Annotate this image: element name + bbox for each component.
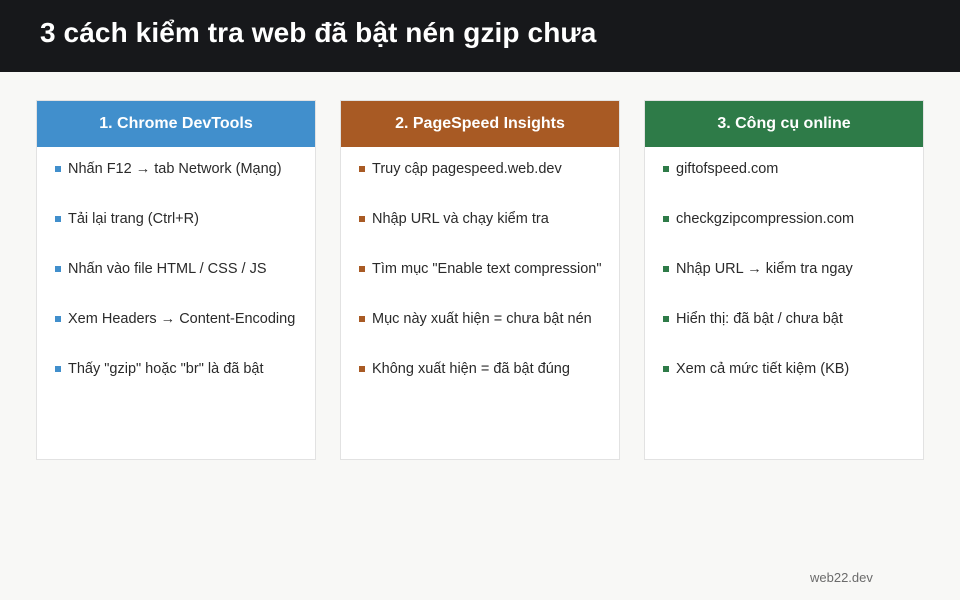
card-chrome-devtools: 1. Chrome DevTools Nhấn F12 → tab Networ… [36,100,316,460]
list-item-text: Không xuất hiện = đã bật đúng [372,361,570,377]
bullet-icon [663,366,669,372]
list-item: Xem cả mức tiết kiệm (KB) [645,360,923,410]
list-item-text: Nhấn vào file HTML / CSS / JS [68,261,267,277]
bullet-icon [55,166,61,172]
list-item-text: Hiển thị: đã bật / chưa bật [676,311,843,327]
list-item: Xem Headers → Content-Encoding [37,310,315,360]
bullet-icon [55,366,61,372]
list-item: Không xuất hiện = đã bật đúng [341,360,619,410]
page-title: 3 cách kiểm tra web đã bật nén gzip chưa [40,17,597,48]
list-item: Nhập URL và chạy kiểm tra [341,210,619,260]
list-item-text: Thấy "gzip" hoặc "br" là đã bật [68,361,264,377]
card-title: 3. Công cụ online [645,101,923,147]
bullet-icon [55,216,61,222]
list-item: Nhập URL → kiểm tra ngay [645,260,923,310]
list-item-text: Nhấn F12 → tab Network (Mạng) [68,161,282,177]
bullet-icon [55,266,61,272]
list-item-text: Nhập URL → kiểm tra ngay [676,261,853,277]
list-item-text: Truy cập pagespeed.web.dev [372,161,562,177]
bullet-icon [55,316,61,322]
bullet-icon [359,266,365,272]
card-title: 2. PageSpeed Insights [341,101,619,147]
bullet-icon [359,166,365,172]
header-bar: 3 cách kiểm tra web đã bật nén gzip chưa [0,0,960,72]
step-list: giftofspeed.com checkgzipcompression.com… [645,147,923,410]
bullet-icon [663,316,669,322]
list-item-text: Nhập URL và chạy kiểm tra [372,211,549,227]
card-pagespeed-insights: 2. PageSpeed Insights Truy cập pagespeed… [340,100,620,460]
list-item: checkgzipcompression.com [645,210,923,260]
list-item-text: Mục này xuất hiện = chưa bật nén [372,311,592,327]
list-item: Nhấn F12 → tab Network (Mạng) [37,160,315,210]
bullet-icon [663,266,669,272]
list-item: Tải lại trang (Ctrl+R) [37,210,315,260]
list-item: Truy cập pagespeed.web.dev [341,160,619,210]
page: 3 cách kiểm tra web đã bật nén gzip chưa… [0,0,960,600]
list-item-text: Xem cả mức tiết kiệm (KB) [676,361,850,377]
bullet-icon [663,166,669,172]
list-item: Nhấn vào file HTML / CSS / JS [37,260,315,310]
card-online-tools: 3. Công cụ online giftofspeed.com checkg… [644,100,924,460]
bullet-icon [359,316,365,322]
bullet-icon [359,366,365,372]
list-item-text: Tìm mục "Enable text compression" [372,261,602,277]
list-item: giftofspeed.com [645,160,923,210]
step-list: Truy cập pagespeed.web.dev Nhập URL và c… [341,147,619,410]
list-item-text: giftofspeed.com [676,161,779,177]
list-item: Mục này xuất hiện = chưa bật nén [341,310,619,360]
list-item: Thấy "gzip" hoặc "br" là đã bật [37,360,315,410]
list-item-text: Tải lại trang (Ctrl+R) [68,211,199,227]
step-list: Nhấn F12 → tab Network (Mạng) Tải lại tr… [37,147,315,410]
list-item-text: checkgzipcompression.com [676,211,855,227]
list-item: Tìm mục "Enable text compression" [341,260,619,310]
list-item: Hiển thị: đã bật / chưa bật [645,310,923,360]
bullet-icon [663,216,669,222]
list-item-text: Xem Headers → Content-Encoding [68,311,296,327]
bullet-icon [359,216,365,222]
card-title: 1. Chrome DevTools [37,101,315,147]
site-credit: web22.dev [810,570,873,585]
